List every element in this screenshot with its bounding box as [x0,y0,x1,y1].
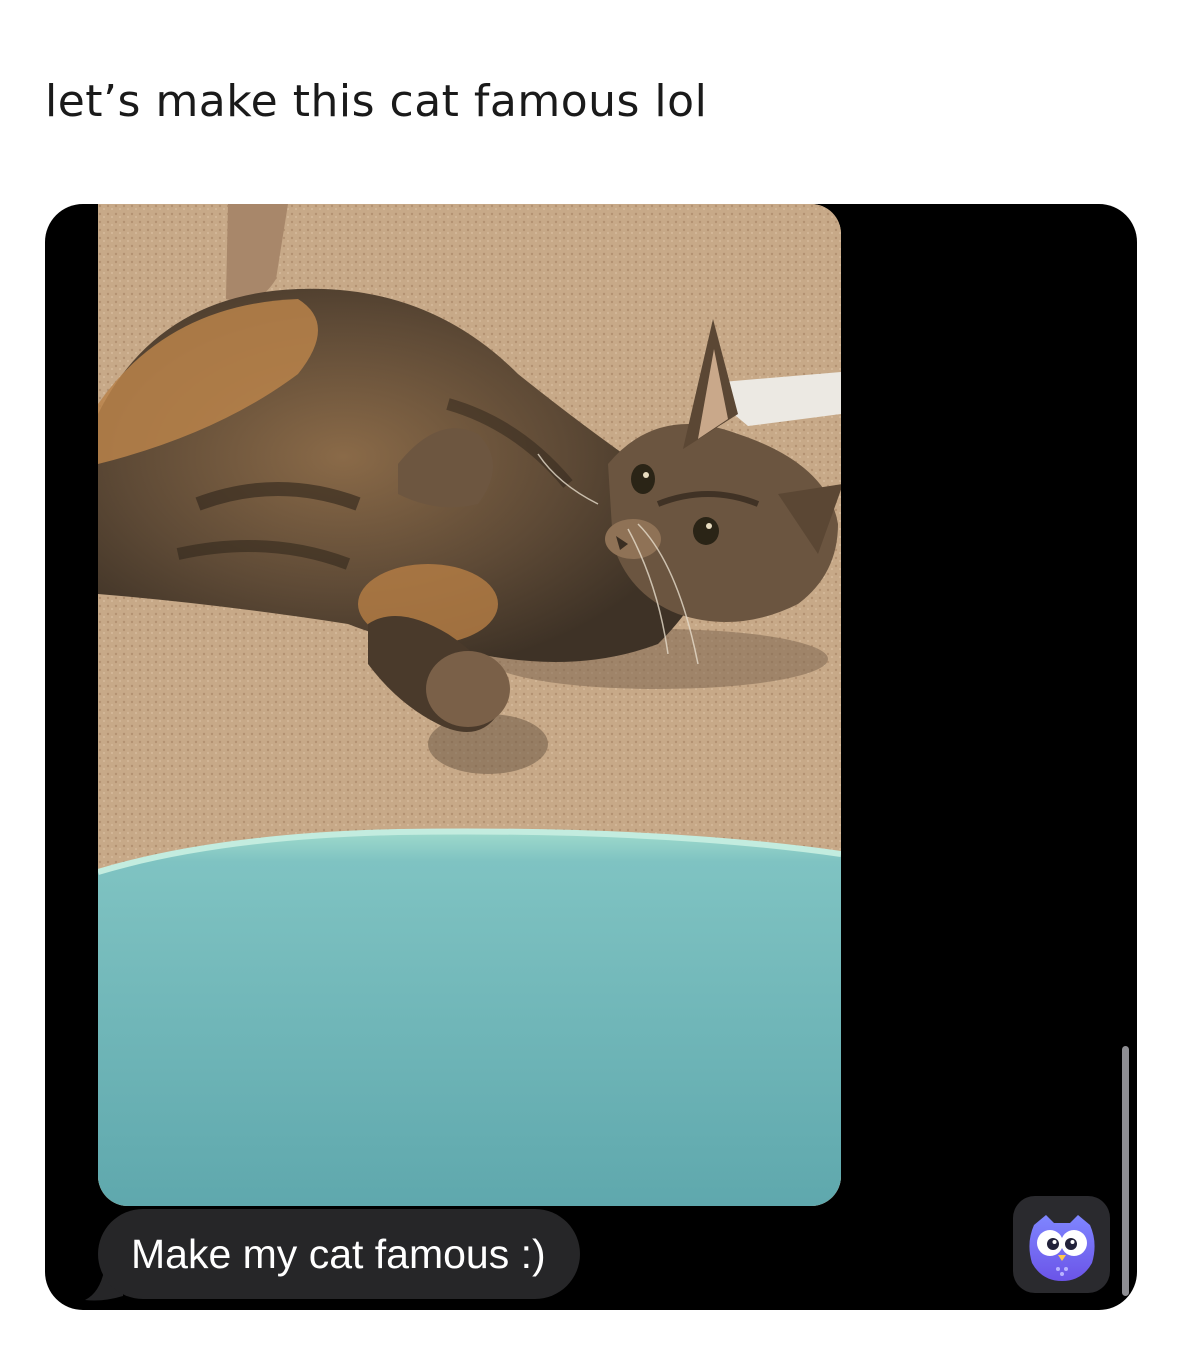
message-screenshot: Make my cat famous :) [45,204,1137,1310]
scrollbar[interactable] [1122,1046,1129,1296]
message-text: Make my cat famous :) [131,1230,546,1277]
post-caption: let’s make this cat famous lol [45,76,708,127]
cat-photo-attachment[interactable] [98,204,841,1206]
incoming-message-bubble[interactable]: Make my cat famous :) [98,1209,580,1299]
owl-icon [1028,1214,1095,1281]
app-watermark-icon [1013,1196,1110,1293]
cat-photo [98,204,841,1206]
